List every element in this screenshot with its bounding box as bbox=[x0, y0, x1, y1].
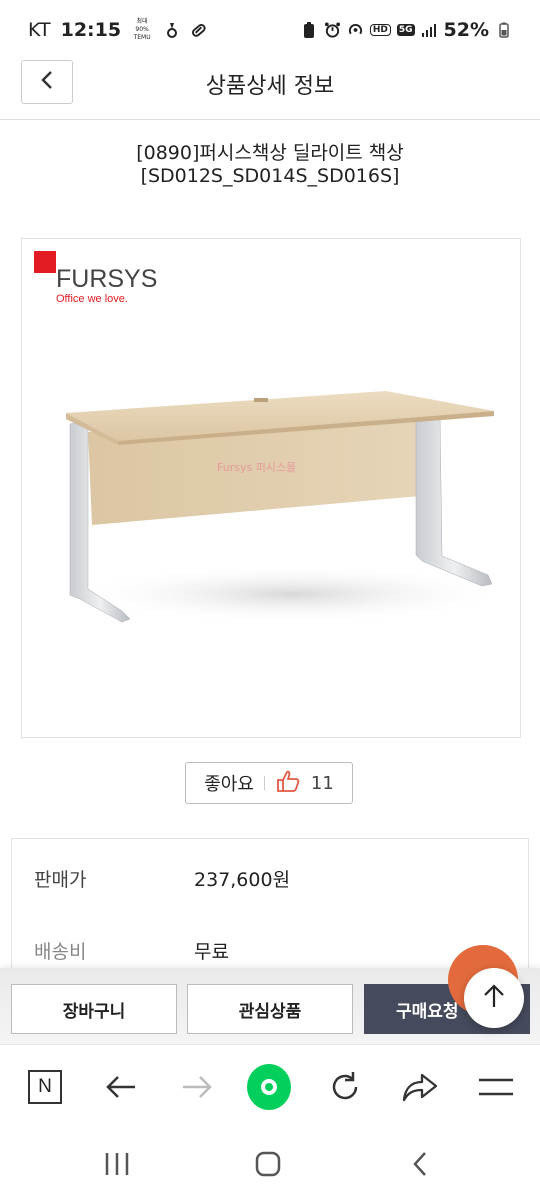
product-image[interactable]: FURSYS Office we love. Fursys 퍼시스몰 bbox=[21, 238, 521, 738]
product-title-line2: [SD012S_SD014S_SD016S] bbox=[140, 165, 400, 187]
signal-icon bbox=[421, 22, 438, 39]
clock: 12:15 bbox=[60, 19, 122, 41]
temu-label: 최대 90% TEMU bbox=[133, 18, 151, 41]
n-home-icon[interactable]: N bbox=[23, 1065, 67, 1109]
menu-icon[interactable] bbox=[474, 1065, 518, 1109]
system-nav-bar bbox=[0, 1126, 540, 1200]
refresh-icon[interactable] bbox=[323, 1065, 367, 1109]
share-icon[interactable] bbox=[398, 1065, 442, 1109]
hd-badge: HD bbox=[369, 24, 391, 36]
like-button[interactable]: 좋아요 11 bbox=[185, 762, 353, 804]
battery-icon bbox=[495, 22, 512, 39]
notification-icon bbox=[163, 22, 180, 39]
forward-arrow-icon[interactable] bbox=[175, 1065, 219, 1109]
cart-button[interactable]: 장바구니 bbox=[11, 984, 177, 1034]
temu-notification-icon: 최대 90% TEMU bbox=[131, 18, 153, 42]
network-badge: 5G bbox=[396, 24, 415, 36]
green-home-icon[interactable] bbox=[247, 1064, 291, 1110]
price-info-box: 판매가 237,600원 배송비 무료 bbox=[11, 838, 529, 978]
alarm-icon bbox=[324, 22, 341, 39]
page-header: 상품상세 정보 bbox=[0, 60, 540, 120]
product-title: [0890]퍼시스책상 딜라이트 책상 [SD012S_SD014S_SD016… bbox=[0, 142, 540, 188]
pill-icon bbox=[190, 22, 207, 39]
home-icon[interactable] bbox=[250, 1146, 286, 1182]
price-value: 237,600원 bbox=[194, 869, 291, 891]
page-title: 상품상세 정보 bbox=[205, 74, 335, 99]
thumbs-up-icon bbox=[275, 769, 301, 798]
desk-illustration: Fursys 퍼시스몰 bbox=[66, 391, 512, 624]
like-count: 11 bbox=[310, 772, 334, 794]
carrier-label: KT bbox=[28, 19, 51, 41]
divider bbox=[263, 776, 265, 790]
system-back-icon[interactable] bbox=[402, 1146, 438, 1182]
browser-toolbar: N bbox=[0, 1044, 540, 1126]
battery-saver-icon bbox=[301, 22, 318, 39]
price-label: 판매가 bbox=[34, 869, 87, 891]
hotspot-icon bbox=[347, 22, 364, 39]
shipping-label: 배송비 bbox=[34, 941, 87, 963]
arrow-up-icon bbox=[482, 983, 506, 1013]
like-label: 좋아요 bbox=[204, 774, 254, 795]
scroll-top-button[interactable] bbox=[464, 968, 524, 1028]
back-arrow-icon[interactable] bbox=[99, 1065, 143, 1109]
recent-apps-icon[interactable] bbox=[99, 1146, 135, 1182]
status-bar: KT 12:15 최대 90% TEMU HD 5G 52% bbox=[0, 0, 540, 60]
watermark-text: Fursys 퍼시스몰 bbox=[217, 461, 296, 474]
product-title-line1: [0890]퍼시스책상 딜라이트 책상 bbox=[136, 142, 404, 164]
shipping-value: 무료 bbox=[194, 941, 229, 963]
battery-percent: 52% bbox=[443, 19, 489, 41]
wishlist-button[interactable]: 관심상품 bbox=[187, 984, 353, 1034]
